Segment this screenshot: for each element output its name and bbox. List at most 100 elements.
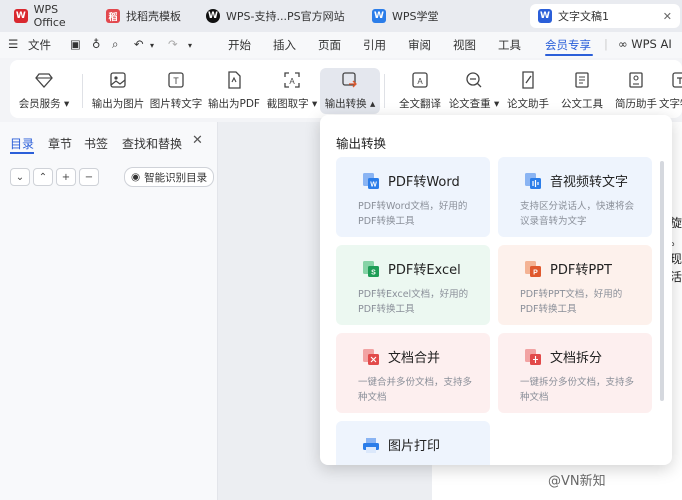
screenshot-ocr-icon: A — [284, 72, 300, 88]
tab-bookmarks[interactable]: 书签 — [84, 135, 108, 152]
tab-label: 找稻壳模板 — [126, 10, 181, 23]
tab-member[interactable]: 会员专享 — [545, 37, 591, 53]
menu-divider: | — [604, 37, 608, 51]
doc-merge-card[interactable]: 文档合并 一键合并多份文档，支持多种文档 — [336, 333, 490, 413]
expand-icon[interactable]: ⌃ — [33, 168, 53, 186]
wps-ai-icon: ∞ — [618, 37, 628, 51]
tab-wps-school[interactable]: W WPS学堂 — [364, 4, 526, 28]
svg-text:A: A — [417, 77, 423, 86]
close-pane-icon[interactable]: ✕ — [192, 133, 203, 148]
tab-view[interactable]: 视图 — [453, 37, 476, 53]
tab-find-replace[interactable]: 查找和替换 — [122, 135, 182, 152]
chevron-down-icon[interactable]: ▾ — [188, 41, 192, 50]
tab-label: WPS学堂 — [392, 10, 439, 23]
remove-heading-icon[interactable]: − — [79, 168, 99, 186]
export-image-button[interactable]: 输出为图片 — [88, 68, 148, 114]
translate-icon: A — [412, 72, 428, 88]
member-service-button[interactable]: 会员服务 ▾ — [14, 68, 74, 114]
card-title: PDF转Excel — [388, 263, 461, 278]
export-pdf-button[interactable]: 输出为PDF — [204, 68, 264, 114]
hamburger-icon[interactable]: ☰ — [8, 37, 18, 51]
tab-wps-website[interactable]: W WPS-支持...PS官方网站 — [198, 4, 358, 28]
ribbon-label: 文字特色 — [659, 98, 682, 110]
wps-school-icon: W — [372, 9, 386, 23]
card-description: PDF转Excel文档，好用的PDF转换工具 — [358, 289, 469, 315]
screenshot-ocr-button[interactable]: A 截图取字 ▾ — [262, 68, 322, 114]
export-pdf-icon — [228, 71, 241, 89]
card-description: PDF转Word文档，好用的PDF转换工具 — [358, 201, 468, 227]
redo-icon[interactable]: ↷ — [168, 37, 178, 51]
official-doc-button[interactable]: 公文工具 — [552, 68, 612, 114]
pdf-to-excel-card[interactable]: S PDF转Excel PDF转Excel文档，好用的PDF转换工具 — [336, 245, 490, 325]
translate-button[interactable]: A 全文翻译 — [390, 68, 450, 114]
navigation-pane: 目录 章节 书签 查找和替换 ✕ ⌄ ⌃ + − ◉ 智能识别目录 — [0, 122, 218, 500]
plagiarism-check-button[interactable]: 论文查重 ▾ — [444, 68, 504, 114]
tab-document-1[interactable]: W 文字文稿1 ✕ — [530, 4, 680, 28]
svg-text:P: P — [533, 270, 538, 277]
chevron-down-icon[interactable]: ▾ — [150, 41, 154, 50]
text-feature-icon — [672, 72, 682, 88]
svg-text:T: T — [173, 76, 179, 86]
paper-assistant-button[interactable]: 论文助手 — [498, 68, 558, 114]
word-doc-icon: W — [538, 9, 552, 23]
tab-tools[interactable]: 工具 — [498, 37, 521, 53]
print-preview-icon[interactable]: ⌕ — [112, 37, 118, 52]
card-title: 音视频转文字 — [550, 175, 629, 190]
output-convert-panel: 输出转换 W PDF转Word PDF转Word文档，好用的PDF转换工具 音视… — [320, 115, 672, 465]
tab-insert[interactable]: 插入 — [273, 37, 296, 53]
close-icon[interactable]: ✕ — [663, 10, 672, 23]
card-title: PDF转PPT — [550, 263, 612, 278]
tab-page[interactable]: 页面 — [318, 37, 341, 53]
image-to-text-button[interactable]: T 图片转文字 — [146, 68, 206, 114]
add-heading-icon[interactable]: + — [56, 168, 76, 186]
tab-start[interactable]: 开始 — [228, 37, 251, 53]
doc-split-card[interactable]: 文档拆分 一键拆分多份文档，支持多种文档 — [498, 333, 652, 413]
active-tab-indicator — [545, 54, 593, 56]
save-icon[interactable]: ▣ — [70, 37, 81, 51]
audio-to-text-icon — [525, 173, 541, 189]
menu-file[interactable]: 文件 — [28, 37, 51, 53]
doc-merge-icon — [363, 349, 379, 365]
convert-icon — [342, 72, 357, 88]
wps-logo-icon: W — [14, 9, 28, 23]
export-image-icon — [110, 72, 126, 88]
tab-review[interactable]: 审阅 — [408, 37, 431, 53]
panel-scrollbar[interactable] — [660, 161, 664, 401]
resume-icon — [629, 72, 643, 88]
tab-chapters[interactable]: 章节 — [48, 135, 72, 152]
card-description: PDF转PPT文档，好用的PDF转换工具 — [520, 289, 623, 315]
text-feature-button[interactable]: 文字特色 — [650, 68, 682, 114]
wps-globe-icon: W — [206, 9, 220, 23]
svg-text:A: A — [289, 77, 295, 86]
pdf-to-word-card[interactable]: W PDF转Word PDF转Word文档，好用的PDF转换工具 — [336, 157, 490, 237]
ribbon-label: 输出为图片 — [91, 98, 145, 110]
docer-icon: 稻 — [106, 9, 120, 23]
official-doc-icon — [575, 72, 589, 88]
title-tab-bar: W WPS Office 稻 找稻壳模板 W WPS-支持...PS官方网站 W… — [0, 0, 682, 32]
audio-to-text-card[interactable]: 音视频转文字 支持区分说话人，快速将会议录音转为文字 — [498, 157, 652, 237]
tab-reference[interactable]: 引用 — [363, 37, 386, 53]
pdf-to-ppt-card[interactable]: P PDF转PPT PDF转PPT文档，好用的PDF转换工具 — [498, 245, 652, 325]
ribbon-label: 截图取字 ▾ — [266, 98, 318, 110]
output-convert-button[interactable]: 输出转换 ▴ — [320, 68, 380, 114]
ribbon-label: 论文查重 ▾ — [448, 98, 500, 110]
member-diamond-icon — [35, 73, 53, 88]
image-print-card[interactable]: 图片打印 — [336, 421, 490, 465]
share-icon[interactable]: ♁ — [92, 37, 100, 51]
tab-docer[interactable]: 稻 找稻壳模板 — [98, 4, 192, 28]
pdf-to-word-icon: W — [363, 173, 379, 189]
collapse-icon[interactable]: ⌄ — [10, 168, 30, 186]
wps-ai-button[interactable]: ∞ WPS AI — [618, 37, 672, 51]
undo-icon[interactable]: ↶ — [134, 37, 144, 51]
ribbon-label: 图片转文字 — [149, 98, 203, 110]
smart-toc-button[interactable]: ◉ 智能识别目录 — [124, 167, 215, 187]
image-to-text-icon: T — [168, 72, 184, 88]
image-print-icon — [363, 438, 379, 453]
svg-text:S: S — [371, 270, 376, 277]
ribbon-label: 公文工具 — [561, 98, 603, 110]
tab-wps-office[interactable]: W WPS Office — [6, 3, 92, 29]
smart-toc-icon: ◉ — [131, 171, 141, 183]
tab-label: WPS-支持...PS官方网站 — [226, 10, 345, 23]
ribbon-label: 论文助手 — [507, 98, 549, 110]
tab-toc[interactable]: 目录 — [10, 135, 34, 152]
